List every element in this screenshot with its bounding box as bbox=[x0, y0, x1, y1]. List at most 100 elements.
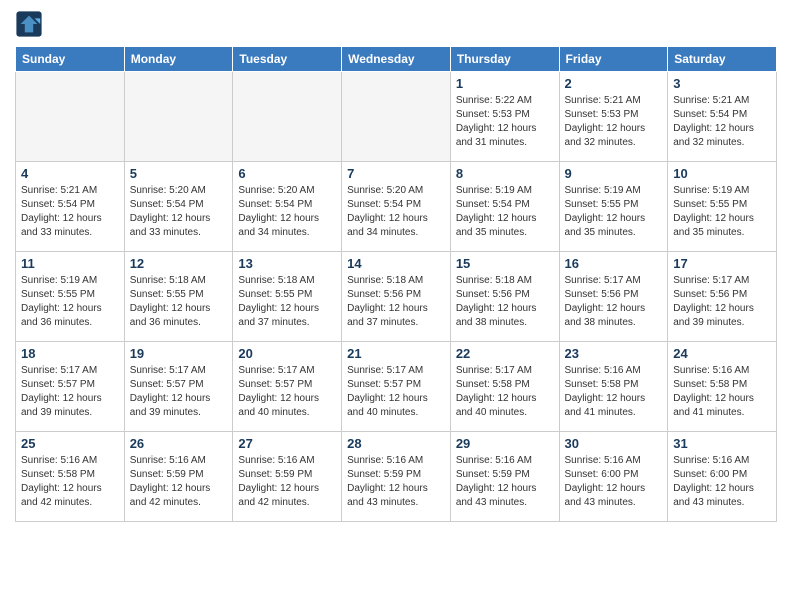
day-info: Sunrise: 5:16 AM Sunset: 5:59 PM Dayligh… bbox=[130, 454, 228, 510]
calendar-table: SundayMondayTuesdayWednesdayThursdayFrid… bbox=[15, 46, 777, 522]
page-container: SundayMondayTuesdayWednesdayThursdayFrid… bbox=[0, 0, 792, 532]
day-info: Sunrise: 5:22 AM Sunset: 5:53 PM Dayligh… bbox=[456, 94, 554, 150]
calendar-cell: 8 Sunrise: 5:19 AM Sunset: 5:54 PM Daylig… bbox=[450, 162, 559, 252]
day-number: 9 bbox=[565, 166, 663, 181]
day-number: 29 bbox=[456, 436, 554, 451]
day-number: 25 bbox=[21, 436, 119, 451]
day-number: 5 bbox=[130, 166, 228, 181]
calendar-cell: 29Sunrise: 5:16 AM Sunset: 5:59 PM Dayli… bbox=[450, 432, 559, 522]
day-number: 2 bbox=[565, 76, 663, 91]
calendar-cell: 30 Sunrise: 5:16 AM Sunset: 6:00 PM Dayli… bbox=[559, 432, 668, 522]
calendar-cell: 10 Sunrise: 5:19 AM Sunset: 5:55 PM Dayli… bbox=[668, 162, 777, 252]
calendar-cell: 5 Sunrise: 5:20 AM Sunset: 5:54 PM Daylig… bbox=[124, 162, 233, 252]
calendar-header-row: SundayMondayTuesdayWednesdayThursdayFrid… bbox=[16, 47, 777, 72]
day-info: Sunrise: 5:16 AM Sunset: 6:00 PM Dayligh… bbox=[565, 454, 663, 510]
calendar-cell: 12 Sunrise: 5:18 AM Sunset: 5:55 PM Dayli… bbox=[124, 252, 233, 342]
calendar-week-row: 4 Sunrise: 5:21 AM Sunset: 5:54 PM Daylig… bbox=[16, 162, 777, 252]
day-header-wednesday: Wednesday bbox=[342, 47, 451, 72]
day-number: 30 bbox=[565, 436, 663, 451]
day-info: Sunrise: 5:21 AM Sunset: 5:53 PM Dayligh… bbox=[565, 94, 663, 150]
day-info: Sunrise: 5:16 AM Sunset: 5:58 PM Dayligh… bbox=[565, 364, 663, 420]
day-number: 1 bbox=[456, 76, 554, 91]
day-number: 23 bbox=[565, 346, 663, 361]
calendar-cell: 19Sunrise: 5:17 AM Sunset: 5:57 PM Dayli… bbox=[124, 342, 233, 432]
calendar-cell: 26 Sunrise: 5:16 AM Sunset: 5:59 PM Dayli… bbox=[124, 432, 233, 522]
day-header-monday: Monday bbox=[124, 47, 233, 72]
day-number: 20 bbox=[238, 346, 336, 361]
calendar-cell bbox=[233, 72, 342, 162]
calendar-week-row: 25 Sunrise: 5:16 AM Sunset: 5:58 PM Dayli… bbox=[16, 432, 777, 522]
day-info: Sunrise: 5:21 AM Sunset: 5:54 PM Dayligh… bbox=[673, 94, 771, 150]
day-number: 6 bbox=[238, 166, 336, 181]
calendar-cell: 1 Sunrise: 5:22 AM Sunset: 5:53 PM Daylig… bbox=[450, 72, 559, 162]
day-number: 15 bbox=[456, 256, 554, 271]
calendar-cell: 28Sunrise: 5:16 AM Sunset: 5:59 PM Dayli… bbox=[342, 432, 451, 522]
calendar-cell: 18 Sunrise: 5:17 AM Sunset: 5:57 PM Dayli… bbox=[16, 342, 125, 432]
calendar-cell: 2 Sunrise: 5:21 AM Sunset: 5:53 PM Daylig… bbox=[559, 72, 668, 162]
day-info: Sunrise: 5:19 AM Sunset: 5:54 PM Dayligh… bbox=[456, 184, 554, 240]
logo-icon bbox=[15, 10, 43, 38]
day-info: Sunrise: 5:19 AM Sunset: 5:55 PM Dayligh… bbox=[565, 184, 663, 240]
day-header-sunday: Sunday bbox=[16, 47, 125, 72]
day-header-friday: Friday bbox=[559, 47, 668, 72]
calendar-cell: 24Sunrise: 5:16 AM Sunset: 5:58 PM Dayli… bbox=[668, 342, 777, 432]
day-info: Sunrise: 5:17 AM Sunset: 5:56 PM Dayligh… bbox=[565, 274, 663, 330]
header bbox=[15, 10, 777, 38]
day-number: 8 bbox=[456, 166, 554, 181]
day-number: 31 bbox=[673, 436, 771, 451]
day-info: Sunrise: 5:17 AM Sunset: 5:58 PM Dayligh… bbox=[456, 364, 554, 420]
calendar-cell: 22 Sunrise: 5:17 AM Sunset: 5:58 PM Dayli… bbox=[450, 342, 559, 432]
calendar-week-row: 18 Sunrise: 5:17 AM Sunset: 5:57 PM Dayli… bbox=[16, 342, 777, 432]
calendar-cell: 3 Sunrise: 5:21 AM Sunset: 5:54 PM Daylig… bbox=[668, 72, 777, 162]
day-info: Sunrise: 5:17 AM Sunset: 5:57 PM Dayligh… bbox=[347, 364, 445, 420]
day-info: Sunrise: 5:20 AM Sunset: 5:54 PM Dayligh… bbox=[347, 184, 445, 240]
day-number: 21 bbox=[347, 346, 445, 361]
day-header-saturday: Saturday bbox=[668, 47, 777, 72]
calendar-cell: 27 Sunrise: 5:16 AM Sunset: 5:59 PM Dayli… bbox=[233, 432, 342, 522]
calendar-cell: 31Sunrise: 5:16 AM Sunset: 6:00 PM Dayli… bbox=[668, 432, 777, 522]
day-number: 24 bbox=[673, 346, 771, 361]
day-number: 27 bbox=[238, 436, 336, 451]
day-number: 16 bbox=[565, 256, 663, 271]
day-info: Sunrise: 5:19 AM Sunset: 5:55 PM Dayligh… bbox=[21, 274, 119, 330]
calendar-cell: 11 Sunrise: 5:19 AM Sunset: 5:55 PM Dayli… bbox=[16, 252, 125, 342]
day-info: Sunrise: 5:20 AM Sunset: 5:54 PM Dayligh… bbox=[130, 184, 228, 240]
day-number: 26 bbox=[130, 436, 228, 451]
day-info: Sunrise: 5:16 AM Sunset: 5:59 PM Dayligh… bbox=[347, 454, 445, 510]
day-number: 12 bbox=[130, 256, 228, 271]
calendar-cell: 7 Sunrise: 5:20 AM Sunset: 5:54 PM Daylig… bbox=[342, 162, 451, 252]
calendar-cell: 15 Sunrise: 5:18 AM Sunset: 5:56 PM Dayli… bbox=[450, 252, 559, 342]
calendar-cell: 21 Sunrise: 5:17 AM Sunset: 5:57 PM Dayli… bbox=[342, 342, 451, 432]
calendar-cell: 4 Sunrise: 5:21 AM Sunset: 5:54 PM Daylig… bbox=[16, 162, 125, 252]
calendar-cell: 23 Sunrise: 5:16 AM Sunset: 5:58 PM Dayli… bbox=[559, 342, 668, 432]
calendar-week-row: 1 Sunrise: 5:22 AM Sunset: 5:53 PM Daylig… bbox=[16, 72, 777, 162]
day-number: 14 bbox=[347, 256, 445, 271]
day-number: 18 bbox=[21, 346, 119, 361]
day-number: 10 bbox=[673, 166, 771, 181]
calendar-cell: 17Sunrise: 5:17 AM Sunset: 5:56 PM Dayli… bbox=[668, 252, 777, 342]
day-info: Sunrise: 5:18 AM Sunset: 5:56 PM Dayligh… bbox=[456, 274, 554, 330]
day-info: Sunrise: 5:17 AM Sunset: 5:57 PM Dayligh… bbox=[238, 364, 336, 420]
day-info: Sunrise: 5:16 AM Sunset: 5:58 PM Dayligh… bbox=[21, 454, 119, 510]
day-number: 4 bbox=[21, 166, 119, 181]
day-info: Sunrise: 5:18 AM Sunset: 5:55 PM Dayligh… bbox=[130, 274, 228, 330]
calendar-cell bbox=[342, 72, 451, 162]
calendar-cell: 16 Sunrise: 5:17 AM Sunset: 5:56 PM Dayli… bbox=[559, 252, 668, 342]
calendar-cell: 9 Sunrise: 5:19 AM Sunset: 5:55 PM Daylig… bbox=[559, 162, 668, 252]
day-info: Sunrise: 5:20 AM Sunset: 5:54 PM Dayligh… bbox=[238, 184, 336, 240]
calendar-cell bbox=[16, 72, 125, 162]
day-number: 22 bbox=[456, 346, 554, 361]
day-header-tuesday: Tuesday bbox=[233, 47, 342, 72]
calendar-week-row: 11 Sunrise: 5:19 AM Sunset: 5:55 PM Dayli… bbox=[16, 252, 777, 342]
calendar-cell: 13Sunrise: 5:18 AM Sunset: 5:55 PM Dayli… bbox=[233, 252, 342, 342]
day-number: 3 bbox=[673, 76, 771, 91]
day-number: 11 bbox=[21, 256, 119, 271]
day-number: 7 bbox=[347, 166, 445, 181]
calendar-cell: 20 Sunrise: 5:17 AM Sunset: 5:57 PM Dayli… bbox=[233, 342, 342, 432]
day-info: Sunrise: 5:19 AM Sunset: 5:55 PM Dayligh… bbox=[673, 184, 771, 240]
logo bbox=[15, 10, 47, 38]
day-info: Sunrise: 5:17 AM Sunset: 5:57 PM Dayligh… bbox=[21, 364, 119, 420]
day-info: Sunrise: 5:16 AM Sunset: 5:59 PM Dayligh… bbox=[238, 454, 336, 510]
calendar-cell: 25 Sunrise: 5:16 AM Sunset: 5:58 PM Dayli… bbox=[16, 432, 125, 522]
day-info: Sunrise: 5:21 AM Sunset: 5:54 PM Dayligh… bbox=[21, 184, 119, 240]
